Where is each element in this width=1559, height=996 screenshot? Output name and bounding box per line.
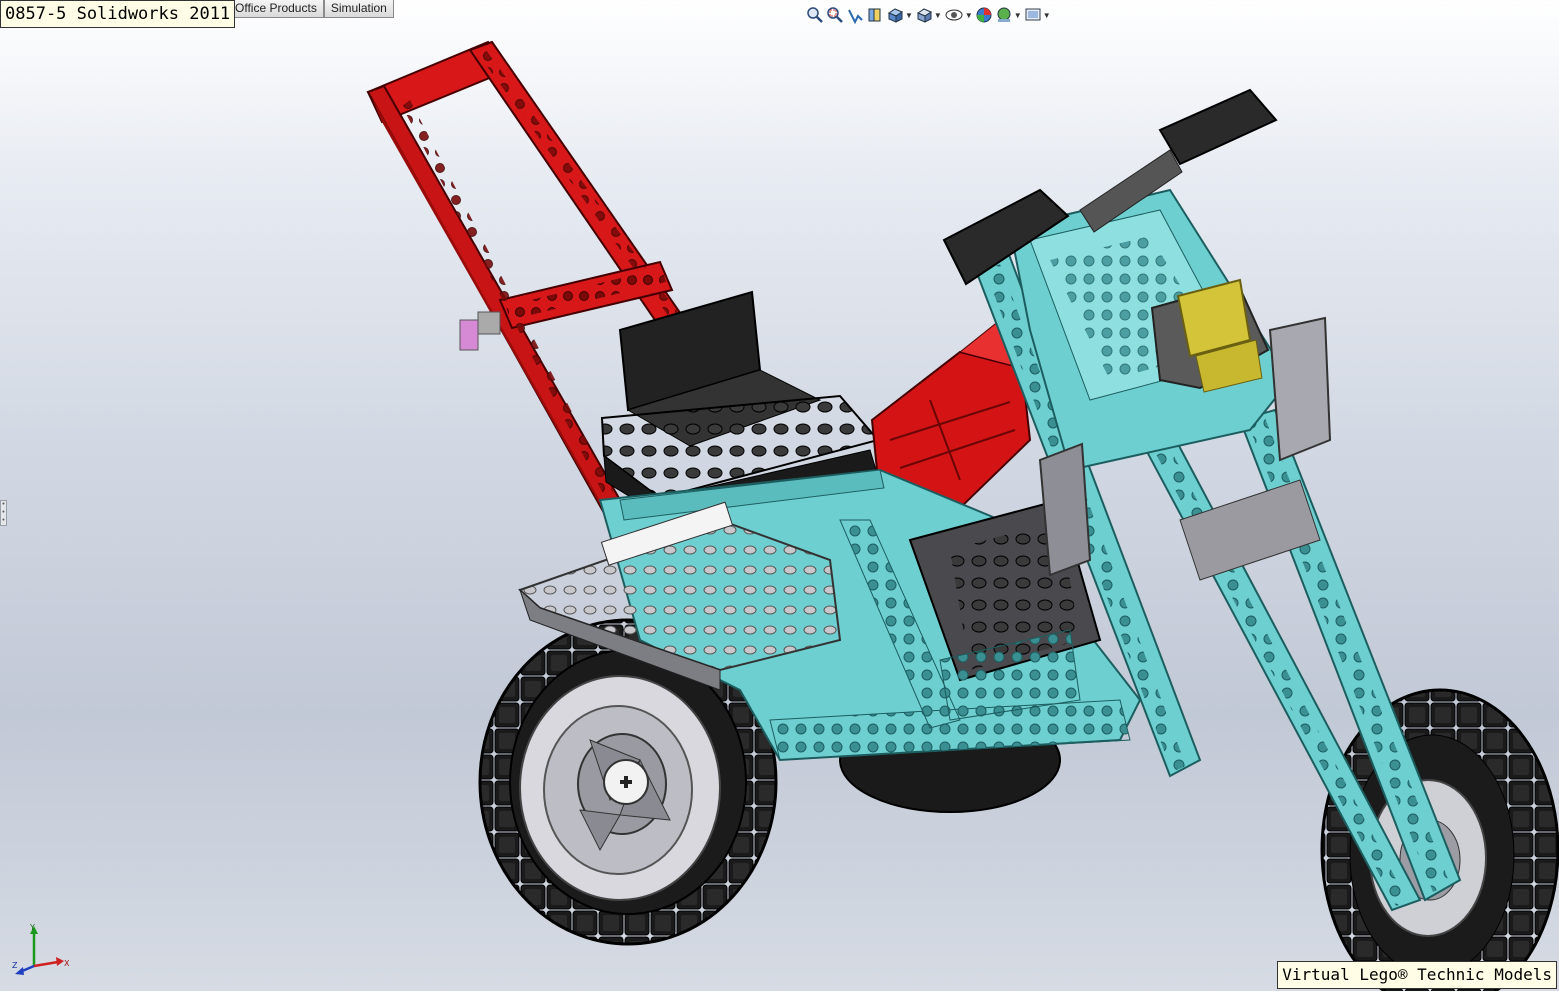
display-style-button[interactable]: ▼ — [915, 5, 942, 25]
watermark-text: Virtual Lego — [1282, 965, 1398, 984]
view-settings-button[interactable]: ▼ — [1024, 5, 1051, 25]
hide-show-dropdown-icon: ▼ — [964, 10, 973, 20]
apply-scene-button[interactable]: ▼ — [995, 5, 1022, 25]
previous-view-button[interactable] — [846, 5, 864, 25]
section-view-icon — [868, 8, 881, 22]
registered-mark: ® — [1397, 965, 1408, 984]
triad-y-label: Y — [29, 923, 35, 932]
previous-view-icon — [848, 9, 863, 24]
triad-x-axis — [33, 960, 59, 968]
hide-show-items-button[interactable]: ▼ — [944, 5, 973, 25]
watermark-suffix: Technic Models — [1407, 965, 1552, 984]
watermark-label: Virtual Lego® Technic Models — [1277, 961, 1557, 989]
triad-x-arrow — [56, 957, 64, 966]
graphics-area[interactable] — [0, 0, 1559, 996]
tab-office-products[interactable]: Office Products — [228, 0, 324, 18]
triad-x-label: X — [64, 959, 70, 968]
zoom-to-fit-button[interactable] — [806, 5, 824, 25]
tab-simulation[interactable]: Simulation — [323, 0, 394, 18]
hide-show-items-icon — [945, 9, 963, 21]
view-settings-dropdown-icon: ▼ — [1042, 10, 1051, 20]
model-title-label: 0857-5 Solidworks 2011 — [0, 0, 236, 28]
triad-z-label: Z — [12, 961, 18, 970]
display-style-dropdown-icon: ▼ — [933, 10, 942, 20]
zoom-to-area-button[interactable] — [826, 5, 844, 25]
view-orientation-button[interactable]: ▼ — [886, 5, 913, 25]
apply-scene-dropdown-icon: ▼ — [1013, 10, 1022, 20]
view-orientation-dropdown-icon: ▼ — [905, 10, 913, 20]
display-style-icon — [916, 8, 932, 23]
task-pane-handle[interactable]: • • • — [0, 500, 7, 526]
view-settings-icon — [1025, 8, 1041, 21]
edit-appearance-icon — [976, 7, 992, 23]
apply-scene-icon — [997, 7, 1011, 22]
reference-triad: Y X Z — [12, 923, 70, 975]
zoom-to-area-icon — [827, 7, 843, 23]
lego-trike-model — [366, 40, 1559, 996]
zoom-to-fit-icon — [807, 7, 823, 23]
view-orientation-icon — [887, 8, 904, 23]
command-manager-tabs: Office Products Simulation — [228, 0, 394, 18]
heads-up-view-toolbar: ▼ ▼ ▼ ▼ ▼ — [806, 4, 1051, 26]
section-view-button[interactable] — [866, 5, 884, 25]
edit-appearance-button[interactable] — [975, 5, 993, 25]
